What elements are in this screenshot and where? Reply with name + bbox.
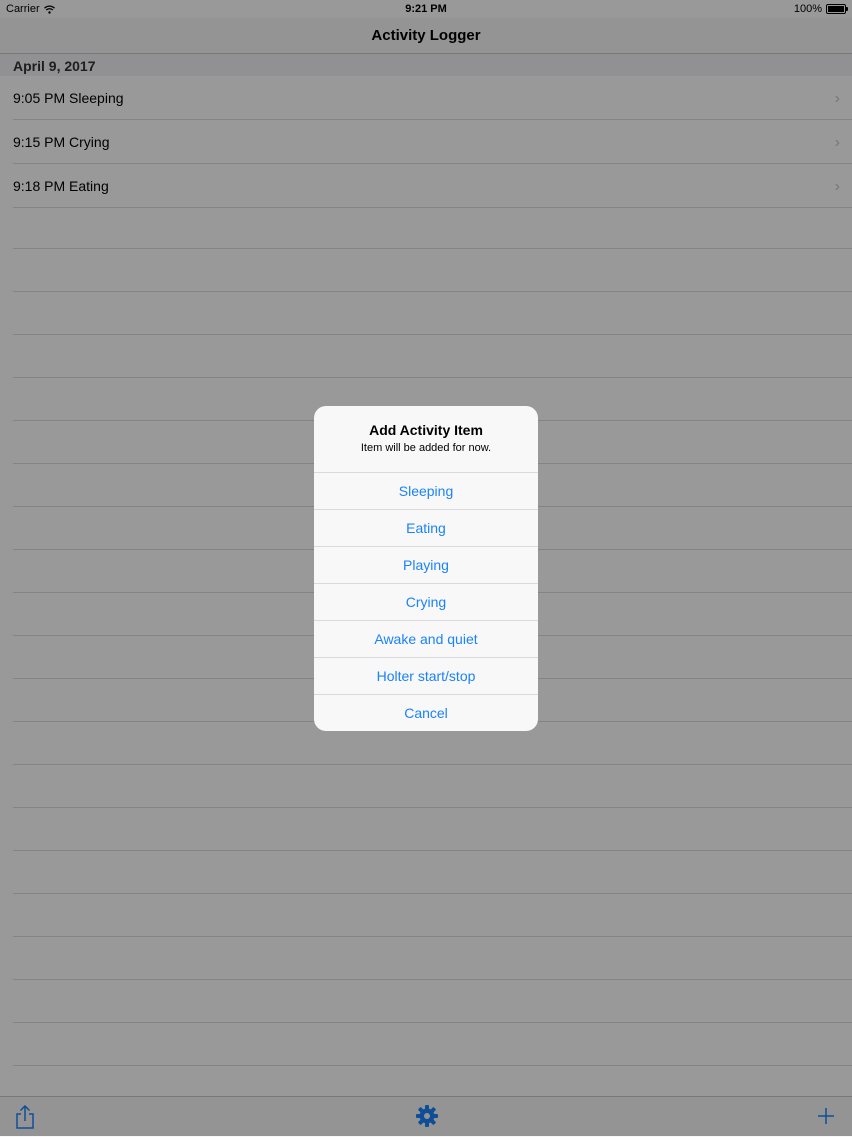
app-screen: Carrier 9:21 PM 100% Activity Logger Apr… xyxy=(0,0,852,1137)
add-activity-alert: Add Activity Item Item will be added for… xyxy=(314,406,538,731)
sleeping-button[interactable]: Sleeping xyxy=(314,473,538,510)
cancel-button[interactable]: Cancel xyxy=(314,695,538,731)
alert-title: Add Activity Item xyxy=(369,422,483,438)
crying-button[interactable]: Crying xyxy=(314,584,538,621)
playing-button[interactable]: Playing xyxy=(314,547,538,584)
holter-start-stop-button[interactable]: Holter start/stop xyxy=(314,658,538,695)
alert-message: Item will be added for now. xyxy=(360,442,492,454)
eating-button[interactable]: Eating xyxy=(314,510,538,547)
alert-header: Add Activity Item Item will be added for… xyxy=(314,406,538,473)
awake-and-quiet-button[interactable]: Awake and quiet xyxy=(314,621,538,658)
